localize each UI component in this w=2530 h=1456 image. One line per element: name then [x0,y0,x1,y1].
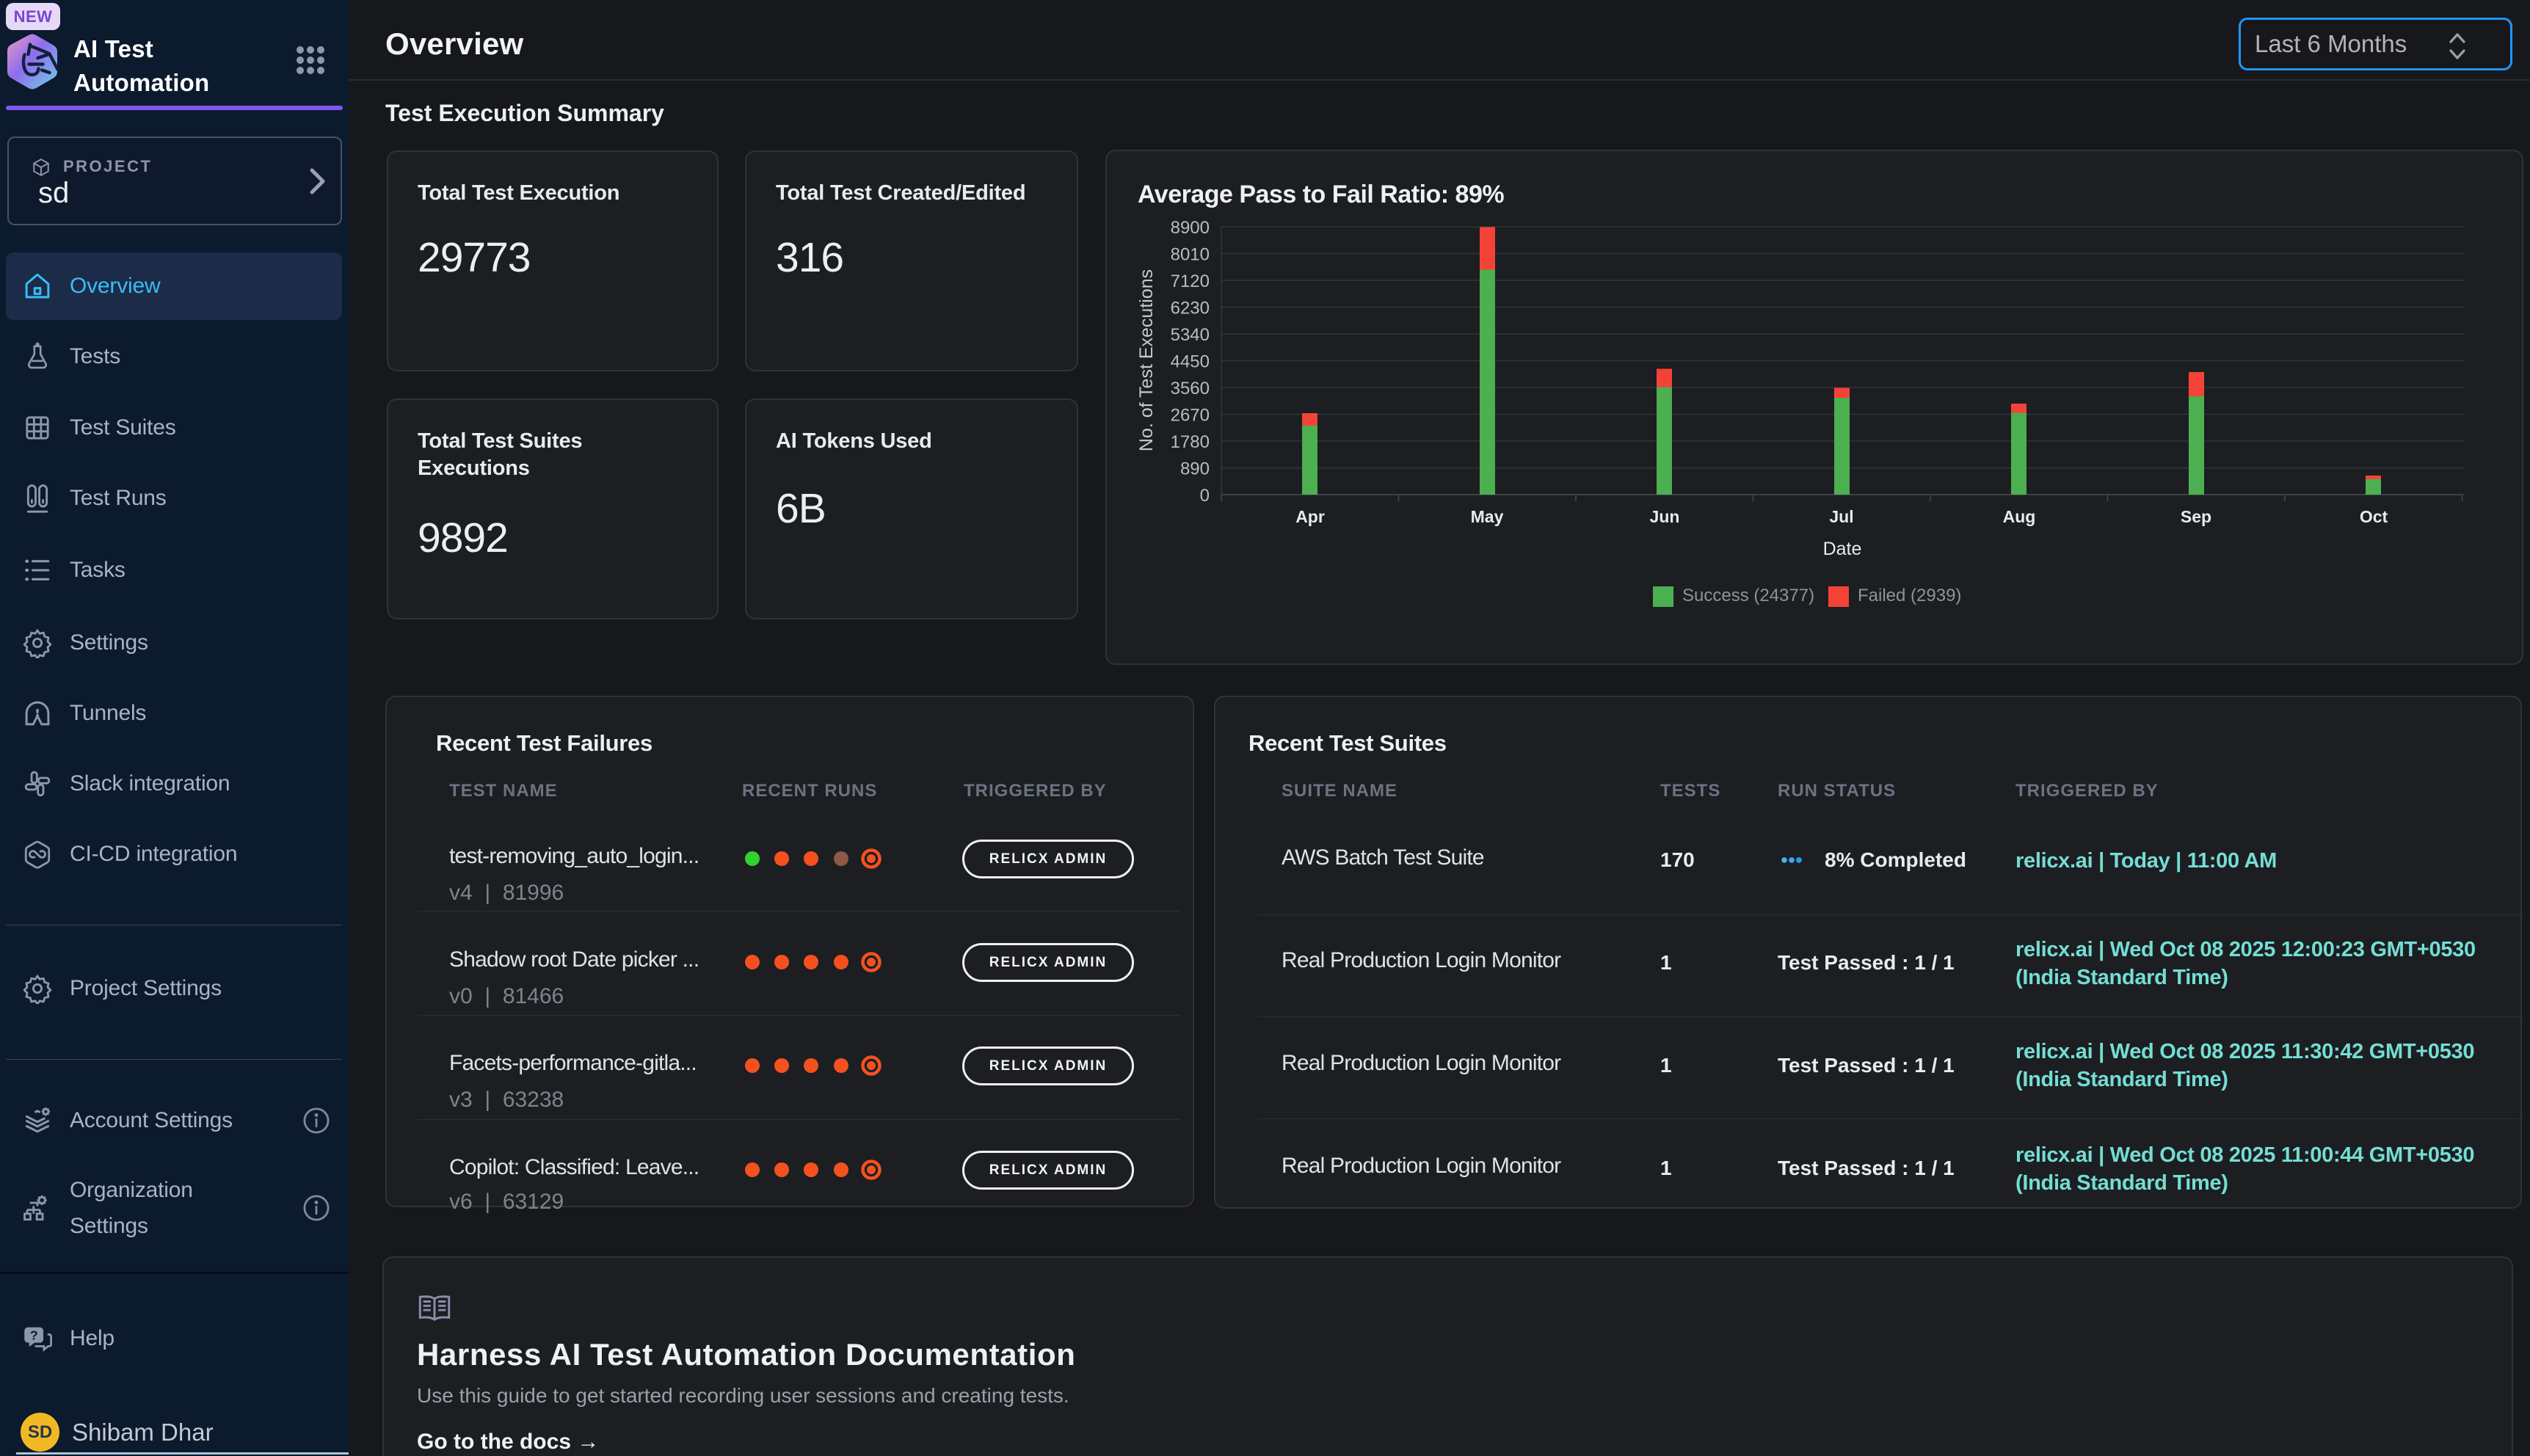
svg-text:Success (24377): Success (24377) [1682,586,1814,605]
svg-text:0: 0 [1200,486,1210,506]
svg-text:5340: 5340 [1171,325,1210,345]
svg-text:3560: 3560 [1171,379,1210,398]
svg-text:Aug: Aug [2003,507,2036,526]
svg-text:2670: 2670 [1171,406,1210,426]
svg-text:Oct: Oct [2360,507,2388,526]
svg-text:6230: 6230 [1171,299,1210,318]
svg-text:Jul: Jul [1829,507,1853,526]
svg-text:No. of Test Executions: No. of Test Executions [1136,269,1157,451]
svg-text:8010: 8010 [1171,245,1210,265]
svg-text:Sep: Sep [2181,507,2211,526]
svg-text:1780: 1780 [1171,432,1210,452]
svg-text:4450: 4450 [1171,352,1210,372]
svg-text:?: ? [30,1328,38,1343]
svg-text:Jun: Jun [1650,507,1680,526]
svg-text:890: 890 [1180,459,1210,479]
svg-text:May: May [1471,507,1504,526]
svg-text:7120: 7120 [1171,272,1210,291]
svg-text:Failed (2939): Failed (2939) [1858,586,1961,605]
svg-text:Apr: Apr [1295,507,1325,526]
svg-text:Date: Date [1823,539,1862,559]
svg-text:8900: 8900 [1171,218,1210,238]
